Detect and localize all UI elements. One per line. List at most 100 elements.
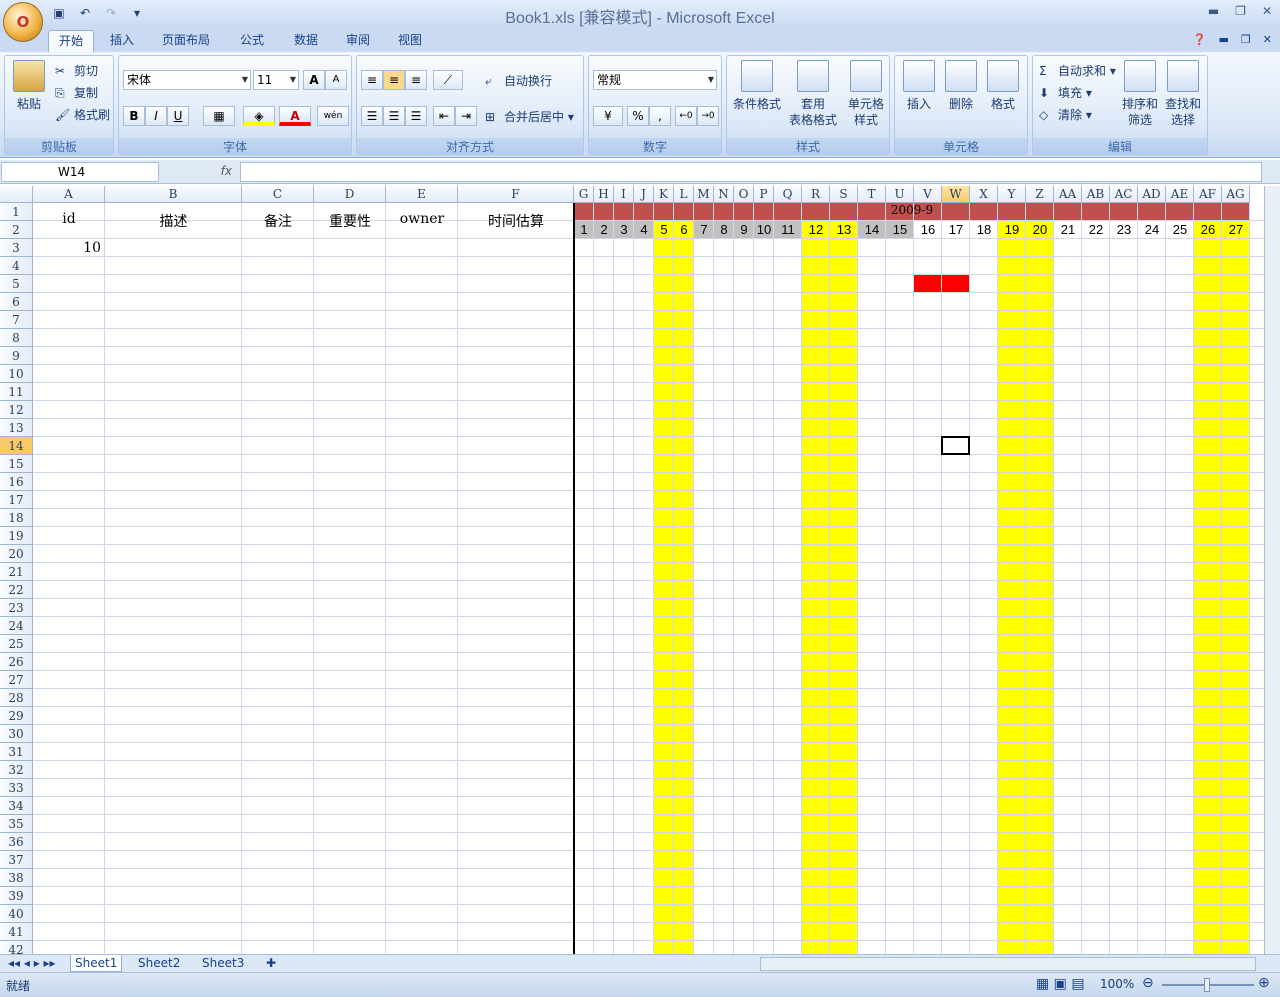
sort-filter-button[interactable]: 排序和 筛选 <box>1119 60 1161 128</box>
row-header[interactable]: 37 <box>0 851 33 869</box>
row-header[interactable]: 10 <box>0 365 33 383</box>
border-button[interactable]: ▦ <box>203 106 235 126</box>
fill-button[interactable]: ⬇ 填充 ▾ <box>1039 84 1092 102</box>
row-header[interactable]: 28 <box>0 689 33 707</box>
autosum-button[interactable]: Σ 自动求和 ▾ <box>1039 62 1116 80</box>
column-header[interactable]: Y <box>998 186 1026 203</box>
day-cell[interactable]: 22 <box>1082 221 1110 239</box>
row-header[interactable]: 14 <box>0 437 33 455</box>
column-header[interactable]: S <box>830 186 858 203</box>
column-header[interactable]: J <box>634 186 654 203</box>
grow-font-button[interactable]: A <box>303 70 325 90</box>
column-header[interactable]: C <box>242 186 314 203</box>
italic-button[interactable]: I <box>145 106 167 126</box>
row-header[interactable]: 24 <box>0 617 33 635</box>
align-left-button[interactable]: ☰ <box>361 106 383 126</box>
increase-indent-button[interactable]: ⇥ <box>455 106 477 126</box>
percent-button[interactable]: % <box>627 106 649 126</box>
fill-color-button[interactable]: ◈ <box>243 106 275 126</box>
close-icon[interactable]: ✕ <box>1263 33 1272 46</box>
header-cell[interactable]: 描述 <box>105 211 242 231</box>
tab-0[interactable]: 开始 <box>48 30 95 52</box>
row-header[interactable]: 17 <box>0 491 33 509</box>
header-cell[interactable]: owner <box>386 211 458 227</box>
active-cell[interactable] <box>941 436 970 455</box>
header-cell[interactable]: 重要性 <box>314 211 386 231</box>
tab-6[interactable]: 视图 <box>388 30 432 52</box>
column-header[interactable]: K <box>654 186 674 203</box>
row-header[interactable]: 38 <box>0 869 33 887</box>
cell-a3[interactable]: 10 <box>33 240 101 256</box>
row-header[interactable]: 36 <box>0 833 33 851</box>
day-cell[interactable]: 15 <box>886 221 914 239</box>
day-cell[interactable]: 21 <box>1054 221 1082 239</box>
align-bottom-button[interactable]: ≡ <box>405 70 427 90</box>
wrap-text-button[interactable]: ⤶ 自动换行 <box>485 72 552 90</box>
find-select-button[interactable]: 查找和 选择 <box>1161 60 1205 128</box>
column-header[interactable]: X <box>970 186 998 203</box>
column-header[interactable]: O <box>734 186 754 203</box>
row-header[interactable]: 16 <box>0 473 33 491</box>
task-bar[interactable] <box>914 275 970 293</box>
day-cell[interactable]: 23 <box>1110 221 1138 239</box>
column-header[interactable]: Q <box>774 186 802 203</box>
day-cell[interactable]: 19 <box>998 221 1026 239</box>
row-header[interactable]: 1 <box>0 203 33 221</box>
align-top-button[interactable]: ≡ <box>361 70 383 90</box>
day-cell[interactable]: 25 <box>1166 221 1194 239</box>
column-header[interactable]: I <box>614 186 634 203</box>
view-buttons[interactable]: ▦ ▣ ▤ <box>1036 976 1085 992</box>
row-header[interactable]: 9 <box>0 347 33 365</box>
shrink-font-button[interactable]: A <box>325 70 347 90</box>
conditional-format-button[interactable]: 条件格式 <box>729 60 785 112</box>
row-header[interactable]: 2 <box>0 221 33 239</box>
row-header[interactable]: 39 <box>0 887 33 905</box>
row-header[interactable]: 32 <box>0 761 33 779</box>
sheet-tab[interactable]: Sheet1 <box>70 955 123 972</box>
row-header[interactable]: 40 <box>0 905 33 923</box>
decrease-indent-button[interactable]: ⇤ <box>433 106 455 126</box>
day-cell[interactable]: 7 <box>694 221 714 239</box>
font-name-combo[interactable]: 宋体 ▼ <box>123 70 251 90</box>
column-header[interactable]: U <box>886 186 914 203</box>
zoom-out-icon[interactable]: ⊖ <box>1142 975 1154 991</box>
bold-button[interactable]: B <box>123 106 145 126</box>
column-header[interactable]: A <box>33 186 105 203</box>
underline-button[interactable]: U <box>167 106 189 126</box>
column-header[interactable]: M <box>694 186 714 203</box>
format-cells-button[interactable]: 格式 <box>983 60 1023 112</box>
day-cell[interactable]: 26 <box>1194 221 1222 239</box>
row-header[interactable]: 8 <box>0 329 33 347</box>
day-cell[interactable]: 17 <box>942 221 970 239</box>
font-color-button[interactable]: A <box>279 106 311 126</box>
formula-input[interactable] <box>240 162 1262 182</box>
day-cell[interactable]: 12 <box>802 221 830 239</box>
day-cell[interactable]: 16 <box>914 221 942 239</box>
day-cell[interactable]: 11 <box>774 221 802 239</box>
number-format-combo[interactable]: 常规 ▼ <box>593 70 717 90</box>
cell-styles-button[interactable]: 单元格 样式 <box>841 60 891 128</box>
row-header[interactable]: 23 <box>0 599 33 617</box>
row-header[interactable]: 22 <box>0 581 33 599</box>
help-icon[interactable]: ❓ <box>1193 33 1207 46</box>
day-cell[interactable]: 9 <box>734 221 754 239</box>
tab-3[interactable]: 公式 <box>230 30 274 52</box>
day-cell[interactable]: 20 <box>1026 221 1054 239</box>
row-header[interactable]: 34 <box>0 797 33 815</box>
row-header[interactable]: 29 <box>0 707 33 725</box>
increase-decimal-button[interactable]: ←0 <box>675 106 697 126</box>
align-center-button[interactable]: ☰ <box>383 106 405 126</box>
day-cell[interactable]: 14 <box>858 221 886 239</box>
day-cell[interactable]: 27 <box>1222 221 1250 239</box>
row-header[interactable]: 12 <box>0 401 33 419</box>
delete-cells-button[interactable]: 删除 <box>941 60 981 112</box>
column-header[interactable]: AG <box>1222 186 1250 203</box>
zoom-in-icon[interactable]: ⊕ <box>1258 975 1270 991</box>
vertical-scrollbar[interactable] <box>1264 186 1280 954</box>
day-cell[interactable]: 4 <box>634 221 654 239</box>
zoom-slider-thumb[interactable] <box>1204 978 1210 992</box>
insert-function-button[interactable]: fx <box>162 162 238 182</box>
row-header[interactable]: 42 <box>0 941 33 954</box>
header-cell[interactable]: 时间估算 <box>458 211 574 231</box>
column-header[interactable]: AE <box>1166 186 1194 203</box>
